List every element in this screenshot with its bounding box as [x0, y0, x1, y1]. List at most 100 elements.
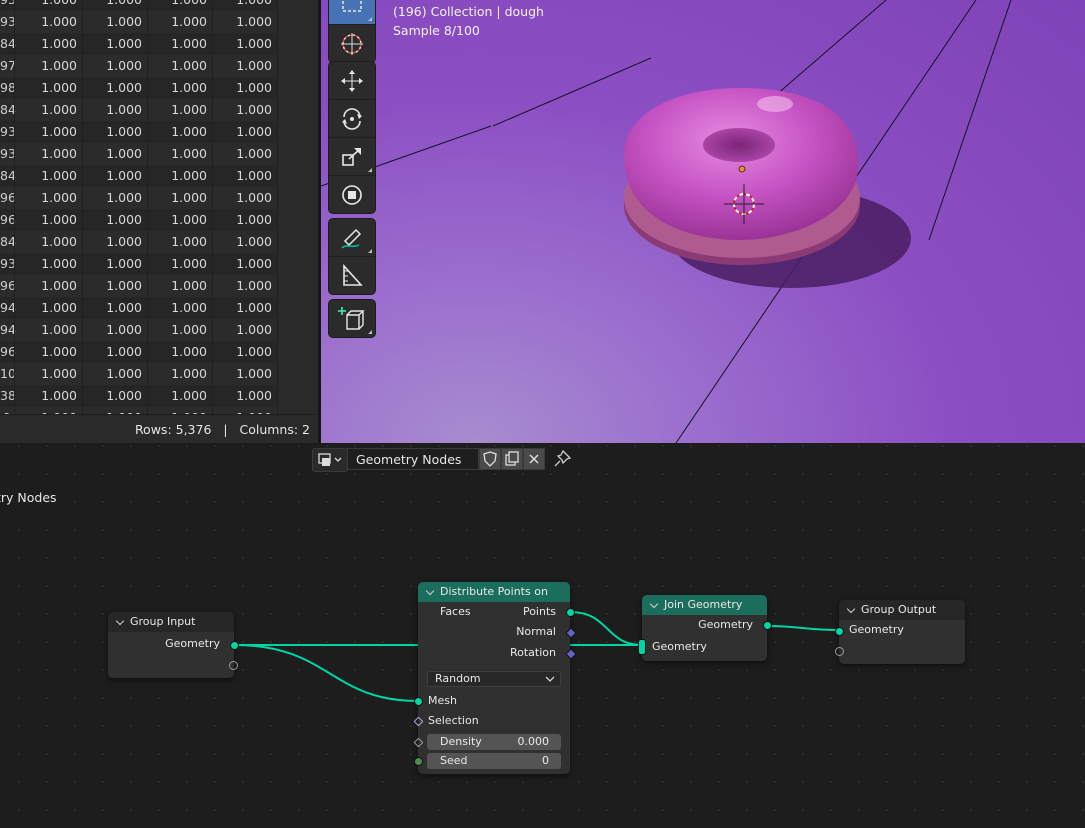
socket-label: Rotation [509, 646, 556, 659]
node-group-input[interactable]: Group Input Geometry [108, 612, 239, 678]
node-tree-name-field[interactable]: Geometry Nodes [347, 448, 479, 470]
tool-add-cube[interactable] [329, 300, 375, 337]
seed-input-socket[interactable] [414, 757, 423, 766]
socket-label: Geometry [165, 637, 220, 650]
measure-icon [343, 263, 363, 286]
table-row: 93 1.000 1.000 1.000 1.000 [0, 0, 278, 11]
geometry-multi-input-socket[interactable] [638, 639, 646, 655]
table-cell: 1.000 [171, 278, 207, 293]
table-cell: 1.000 [41, 278, 77, 293]
socket-label: Geometry [652, 640, 707, 653]
table-row: 94 1.000 1.000 1.000 1.000 [0, 297, 278, 319]
pin-button[interactable] [552, 449, 574, 469]
table-cell: 1.000 [236, 300, 272, 315]
table-row: 84 1.000 1.000 1.000 1.000 [0, 99, 278, 121]
table-cell: 1.000 [171, 190, 207, 205]
tool-annotate[interactable] [329, 219, 375, 257]
toolbar-group-add [328, 299, 376, 338]
table-cell: 1.000 [236, 190, 272, 205]
table-cell: 1.000 [171, 388, 207, 403]
table-cell: 1.000 [41, 322, 77, 337]
field-label: Seed [440, 754, 468, 767]
unlink-button[interactable] [523, 448, 545, 470]
tool-rotate[interactable] [329, 100, 375, 138]
distribute-mode-dropdown[interactable]: Random [427, 671, 561, 687]
column-separator [14, 0, 15, 414]
row-index: 96 [0, 278, 16, 293]
geometry-output-socket[interactable] [763, 621, 772, 630]
table-row: 94 1.000 1.000 1.000 1.000 [0, 319, 278, 341]
tool-cursor[interactable] [329, 25, 375, 62]
column-separator [82, 0, 83, 414]
table-cell: 1.000 [171, 322, 207, 337]
table-row: 96 1.000 1.000 1.000 1.000 [0, 341, 278, 363]
seed-field[interactable]: Seed 0 [427, 753, 561, 769]
table-cell: 1.000 [92, 0, 142, 11]
table-row: 96 1.000 1.000 1.000 1.000 [0, 275, 278, 297]
table-cell: 1.000 [171, 344, 207, 359]
node-header[interactable]: Join Geometry [642, 595, 767, 615]
tool-transform[interactable] [329, 176, 375, 213]
row-index: 98 [0, 80, 16, 95]
row-index: 10 [0, 366, 16, 381]
table-cell: 1.000 [171, 36, 207, 51]
mesh-input-socket[interactable] [414, 697, 423, 706]
table-cell: 1.000 [236, 168, 272, 183]
table-cell: 1.000 [106, 234, 142, 249]
browse-node-tree-button[interactable] [312, 448, 348, 472]
points-output-socket[interactable] [566, 608, 575, 617]
table-cell: 1.000 [106, 388, 142, 403]
table-cell: 1.000 [106, 322, 142, 337]
node-header[interactable]: Distribute Points on Faces [418, 582, 570, 618]
table-cell: 1.000 [222, 0, 272, 11]
column-separator [212, 0, 213, 414]
table-cell: 1.000 [236, 322, 272, 337]
viewport-scene [321, 0, 1012, 443]
table-cell: 1.000 [41, 14, 77, 29]
table-cell: 1.000 [236, 14, 272, 29]
empty-input-socket[interactable] [835, 647, 844, 656]
node-join-geometry[interactable]: Join Geometry Geometry Geometry [638, 595, 772, 661]
table-row: 84 1.000 1.000 1.000 1.000 [0, 165, 278, 187]
scale-icon [342, 147, 361, 166]
table-cell: 1.000 [106, 102, 142, 117]
table-cell: 1.000 [106, 146, 142, 161]
table-cell: 1.000 [41, 146, 77, 161]
tool-select-box[interactable] [329, 0, 375, 25]
empty-output-socket[interactable] [229, 661, 238, 670]
duplicate-button[interactable] [501, 448, 523, 470]
table-cell: 1.000 [106, 256, 142, 271]
3d-viewport[interactable]: (196) Collection | dough Sample 8/100 [321, 0, 1085, 443]
table-cell: 1.000 [171, 212, 207, 227]
row-index: 94 [0, 322, 16, 337]
table-row: 38 1.000 1.000 1.000 1.000 [0, 385, 278, 407]
spreadsheet-panel: 93 1.000 1.000 1.000 1.000 93 1.000 1.000 1.000 1… [0, 0, 318, 443]
move-icon [341, 69, 363, 92]
socket-label: Mesh [428, 694, 457, 707]
node-header[interactable]: Group Output [839, 600, 965, 620]
table-cell: 1.000 [236, 344, 272, 359]
node-header[interactable]: Group Input [108, 612, 234, 632]
tool-move[interactable] [329, 62, 375, 100]
table-cell: 1.000 [106, 278, 142, 293]
row-index: 93 [0, 146, 16, 161]
tool-measure[interactable] [329, 257, 375, 294]
tool-scale[interactable] [329, 138, 375, 176]
table-row: 84 1.000 1.000 1.000 1.000 [0, 231, 278, 253]
geometry-output-socket[interactable] [230, 641, 239, 650]
table-row: 96 1.000 1.000 1.000 1.000 [0, 209, 278, 231]
row-index: 6 [0, 407, 10, 414]
row-column-count: Rows: 5,376 | Columns: 2 [134, 422, 310, 437]
geometry-input-socket[interactable] [835, 627, 844, 636]
node-editor-canvas[interactable]: Group Input Geometry Distribute Points o… [0, 443, 1085, 828]
fake-user-button[interactable] [479, 448, 501, 470]
column-separator [147, 0, 148, 414]
density-field[interactable]: Density 0.000 [427, 734, 561, 750]
render-sample-label: Sample 8/100 [393, 23, 480, 38]
table-cell: 1.000 [157, 407, 207, 414]
node-group-output[interactable]: Group Output Geometry [835, 600, 965, 664]
node-distribute-points[interactable]: Distribute Points on Faces Points Normal… [413, 582, 577, 774]
collection-label: (196) Collection | dough [393, 4, 544, 19]
row-index: 84 [0, 36, 16, 51]
table-cell: 1.000 [236, 256, 272, 271]
